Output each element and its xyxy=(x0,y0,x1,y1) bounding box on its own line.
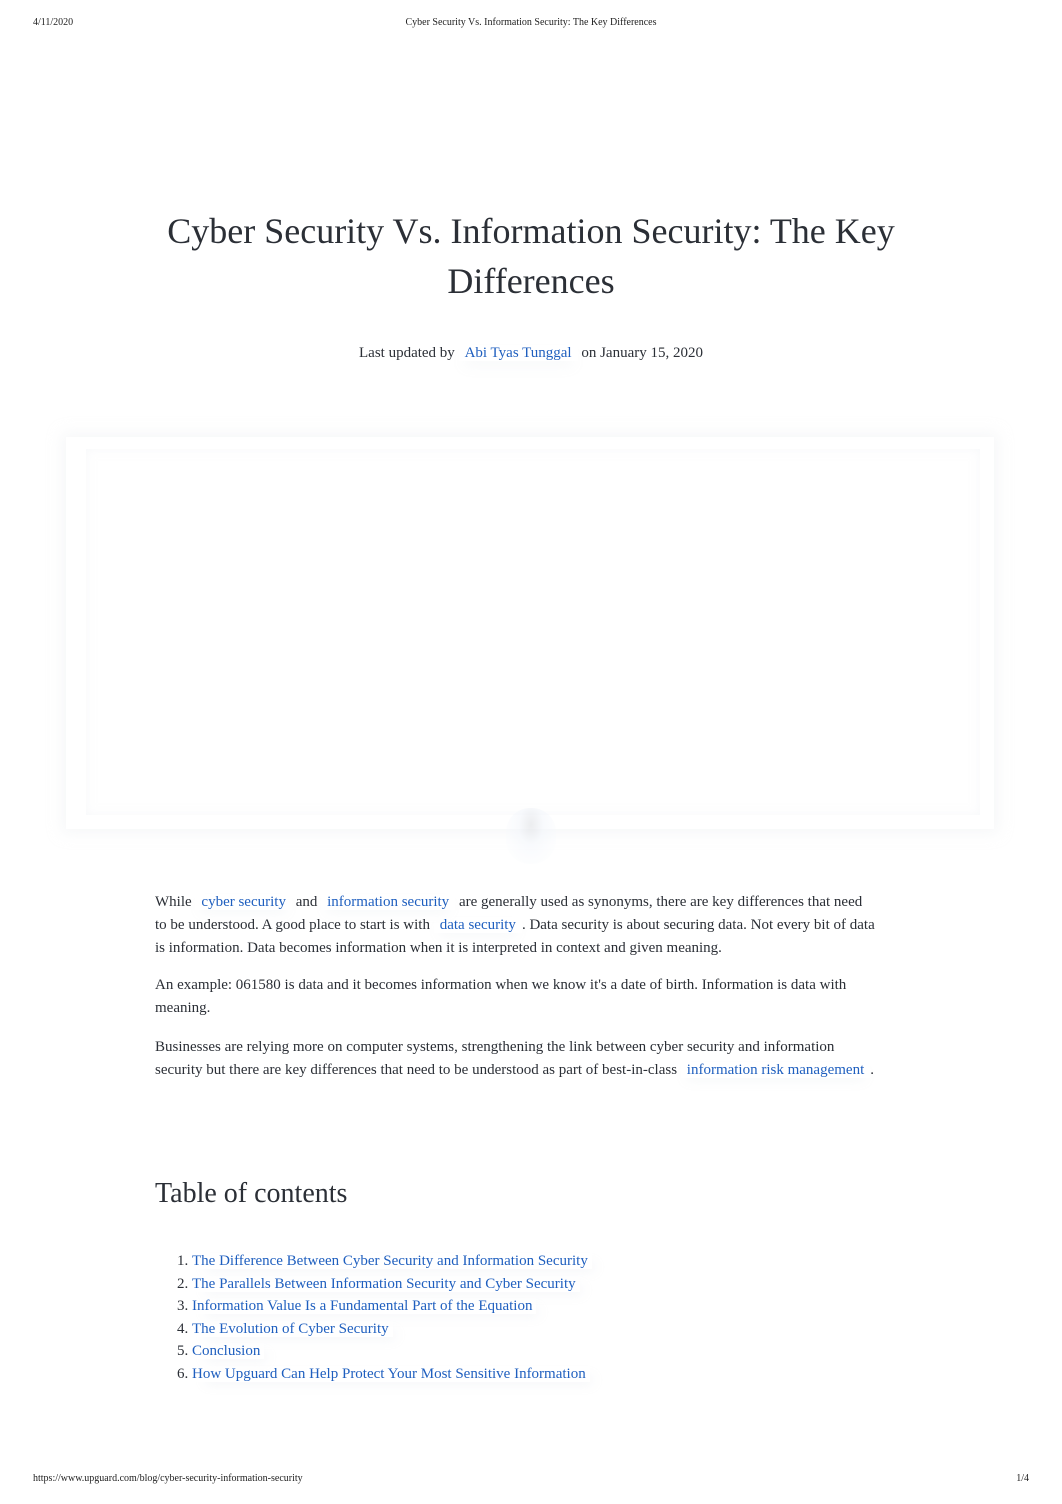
example-paragraph: An example: 061580 is data and it become… xyxy=(155,977,847,1016)
toc-list: The Difference Between Cyber Security an… xyxy=(155,1250,592,1386)
author-avatar-icon xyxy=(506,808,556,864)
p1-text-1: While xyxy=(155,894,196,910)
byline-prefix: Last updated by xyxy=(359,345,455,361)
hero-image-inner xyxy=(86,449,980,815)
p3-text-2: . xyxy=(870,1062,874,1078)
toc-link-conclusion[interactable]: Conclusion xyxy=(192,1343,264,1359)
toc-link-difference[interactable]: The Difference Between Cyber Security an… xyxy=(192,1253,592,1269)
toc-item: The Parallels Between Information Securi… xyxy=(192,1273,592,1296)
print-footer-url: https://www.upguard.com/blog/cyber-secur… xyxy=(33,1473,303,1484)
cyber-security-link[interactable]: cyber security xyxy=(195,894,292,910)
toc-item: The Difference Between Cyber Security an… xyxy=(192,1250,592,1273)
business-paragraph: Businesses are relying more on computer … xyxy=(155,1036,877,1082)
print-footer-page-number: 1/4 xyxy=(1016,1473,1029,1484)
hero-image-placeholder xyxy=(66,437,994,829)
information-security-link[interactable]: information security xyxy=(321,894,455,910)
author-link[interactable]: Abi Tyas Tunggal xyxy=(459,345,578,361)
toc-link-information-value[interactable]: Information Value Is a Fundamental Part … xyxy=(192,1298,536,1314)
toc-heading: Table of contents xyxy=(155,1178,348,1209)
toc-item: The Evolution of Cyber Security xyxy=(192,1318,592,1341)
byline: Last updated by Abi Tyas Tunggal on Janu… xyxy=(0,345,1062,362)
intro-paragraph: While cyber security and information sec… xyxy=(155,891,877,960)
toc-link-upguard[interactable]: How Upguard Can Help Protect Your Most S… xyxy=(192,1366,590,1382)
data-security-link[interactable]: data security xyxy=(434,917,522,933)
information-risk-management-link[interactable]: information risk management xyxy=(681,1062,870,1078)
page-title: Cyber Security Vs. Information Security:… xyxy=(167,211,895,301)
toc-item: Information Value Is a Fundamental Part … xyxy=(192,1295,592,1318)
toc-link-evolution[interactable]: The Evolution of Cyber Security xyxy=(192,1321,393,1337)
toc-item: How Upguard Can Help Protect Your Most S… xyxy=(192,1363,592,1386)
toc-link-parallels[interactable]: The Parallels Between Information Securi… xyxy=(192,1276,580,1292)
print-header-title: Cyber Security Vs. Information Security:… xyxy=(405,17,657,28)
p1-text-2: and xyxy=(291,894,322,910)
byline-date: on January 15, 2020 xyxy=(581,345,703,361)
toc-item: Conclusion xyxy=(192,1340,592,1363)
